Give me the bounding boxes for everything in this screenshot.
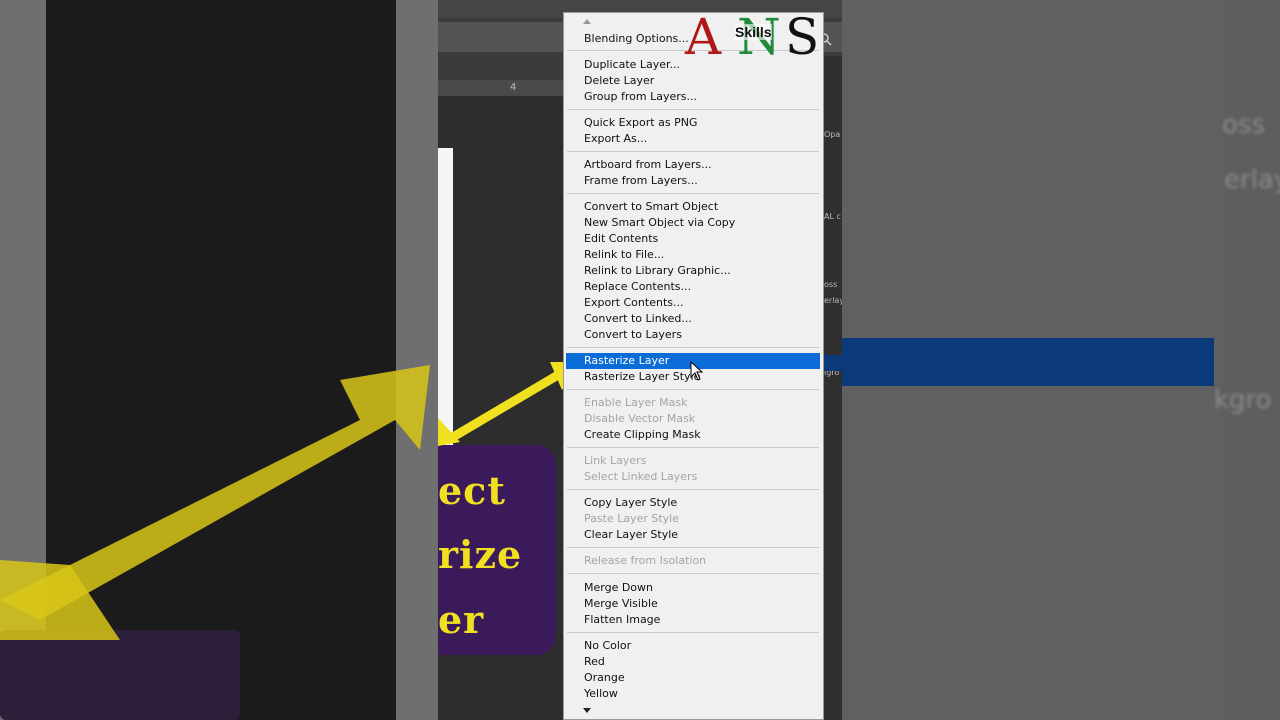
logo-letter: S [785, 8, 820, 66]
selected-layer-highlight[interactable] [822, 355, 842, 371]
channel-logo: A N S Skills [685, 8, 819, 66]
menu-item-red[interactable]: Red [566, 654, 820, 670]
menu-item-artboard-from-layers[interactable]: Artboard from Layers... [566, 157, 820, 173]
menu-item-enable-layer-mask: Enable Layer Mask [584, 396, 688, 409]
menu-item-relink-to-library[interactable]: Relink to Library Graphic... [566, 263, 820, 279]
menu-item-convert-to-linked[interactable]: Convert to Linked... [566, 311, 820, 327]
panel-label: Opa [824, 130, 841, 139]
right-blurred-background: oss erlay kgro [842, 0, 1280, 720]
overlay-text: rize [438, 532, 523, 577]
scroll-down-arrow-icon[interactable] [583, 708, 591, 713]
menu-item-disable-vector-mask: Disable Vector Mask [584, 412, 696, 425]
logo-letter: A [685, 8, 722, 66]
menu-item-replace-contents[interactable]: Replace Contents... [566, 279, 820, 295]
menu-separator [567, 632, 819, 633]
blurred-text: oss [1222, 110, 1265, 140]
overlay-text: er [438, 597, 485, 642]
blurred-selection-band [842, 338, 1214, 386]
menu-item-merge-down[interactable]: Merge Down [566, 580, 820, 596]
menu-separator [567, 347, 819, 348]
menu-item-link-layers: Link Layers [584, 454, 647, 467]
menu-separator [567, 389, 819, 390]
menu-item-convert-to-smart-object[interactable]: Convert to Smart Object [566, 199, 820, 215]
menu-item-release-from-isolation: Release from Isolation [584, 554, 707, 567]
menu-separator [567, 547, 819, 548]
left-blurred-background [0, 0, 438, 720]
menu-item-flatten-image[interactable]: Flatten Image [566, 612, 820, 628]
layers-panel-edge: Opa AL c oss erlay igro [822, 56, 842, 720]
scroll-up-arrow-icon[interactable] [583, 19, 591, 24]
blurred-arrow-graphic [0, 365, 430, 640]
menu-item-new-smart-object-via-copy[interactable]: New Smart Object via Copy [566, 215, 820, 231]
menu-separator [567, 151, 819, 152]
blurred-text: kgro [1214, 385, 1272, 415]
menu-item-export-contents[interactable]: Export Contents... [566, 295, 820, 311]
menu-item-frame-from-layers[interactable]: Frame from Layers... [566, 173, 820, 189]
menu-item-convert-to-layers[interactable]: Convert to Layers [566, 327, 820, 343]
menu-item-clear-layer-style[interactable]: Clear Layer Style [566, 527, 820, 543]
panel-label: erlay [824, 296, 842, 305]
panel-label: AL c [824, 212, 841, 221]
menu-item-quick-export-png[interactable]: Quick Export as PNG [566, 115, 820, 131]
menu-separator [567, 193, 819, 194]
menu-separator [567, 447, 819, 448]
menu-item-select-linked-layers: Select Linked Layers [584, 470, 698, 483]
blurred-text: erlay [1224, 165, 1280, 195]
menu-separator [567, 489, 819, 490]
menu-item-relink-to-file[interactable]: Relink to File... [566, 247, 820, 263]
logo-tagline: Skills [735, 24, 772, 40]
menu-item-export-as[interactable]: Export As... [566, 131, 820, 147]
menu-item-group-from-layers[interactable]: Group from Layers... [566, 89, 820, 105]
menu-item-orange[interactable]: Orange [566, 670, 820, 686]
menu-separator [567, 109, 819, 110]
menu-item-create-clipping-mask[interactable]: Create Clipping Mask [566, 427, 820, 443]
overlay-text: ect [438, 468, 506, 513]
menu-item-copy-layer-style[interactable]: Copy Layer Style [566, 495, 820, 511]
menu-item-edit-contents[interactable]: Edit Contents [566, 231, 820, 247]
menu-item-yellow[interactable]: Yellow [566, 686, 820, 702]
menu-item-delete-layer[interactable]: Delete Layer [566, 73, 820, 89]
menu-item-no-color[interactable]: No Color [566, 638, 820, 654]
panel-label: oss [824, 280, 838, 289]
mouse-cursor-icon [690, 361, 704, 381]
menu-item-paste-layer-style: Paste Layer Style [584, 512, 679, 525]
menu-item-merge-visible[interactable]: Merge Visible [566, 596, 820, 612]
menu-separator [567, 573, 819, 574]
